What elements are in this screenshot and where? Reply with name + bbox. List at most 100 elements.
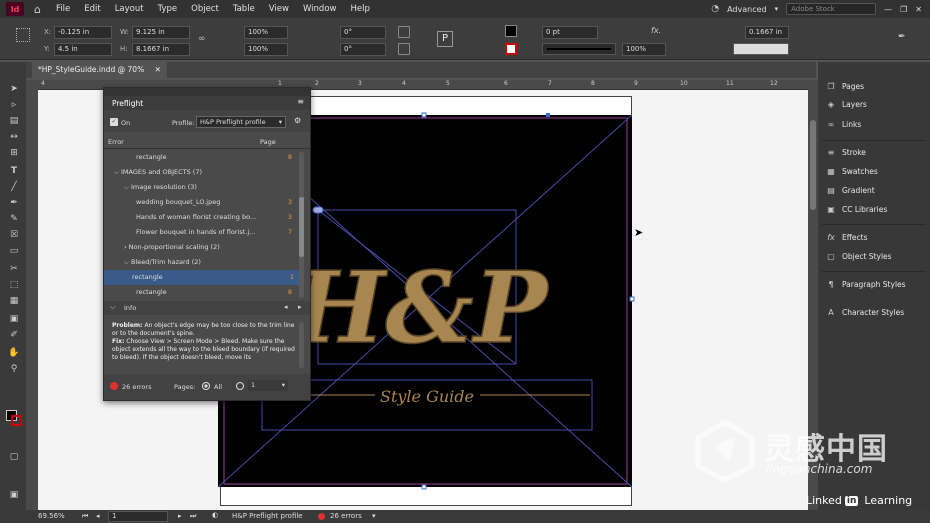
list-item[interactable]: Hands of woman florist creating bo... 3: [108, 210, 298, 225]
panel-gradient[interactable]: ▤ Gradient: [826, 186, 874, 195]
close-tab-icon[interactable]: ✕: [155, 65, 161, 74]
list-item[interactable]: wedding bouquet_LO.jpeg 3: [108, 195, 298, 210]
page-tool-icon[interactable]: ▤: [8, 116, 20, 127]
prev-page-icon[interactable]: ◂: [96, 512, 100, 520]
menu-object[interactable]: Object: [184, 4, 226, 14]
preflight-profile-status[interactable]: H&P Preflight profile: [232, 512, 303, 520]
list-item[interactable]: ⌵ Bleed/Trim hazard (2): [108, 255, 298, 270]
menu-edit[interactable]: Edit: [77, 4, 107, 14]
minimize-icon[interactable]: —: [884, 5, 892, 14]
chevron-down-icon[interactable]: ▾: [775, 5, 779, 13]
x-field[interactable]: -0.125 in: [54, 26, 112, 39]
stroke-type-dropdown[interactable]: [542, 43, 616, 55]
fill-stroke-swatch[interactable]: [6, 410, 22, 426]
pencil-tool-icon[interactable]: ✎: [8, 214, 20, 225]
list-item[interactable]: rectangle 8: [108, 285, 298, 300]
next-page-icon[interactable]: ▸: [178, 512, 182, 520]
list-item[interactable]: › Non-proportional scaling (2): [108, 240, 298, 255]
list-item[interactable]: ⌵ Image resolution (3): [108, 180, 298, 195]
constrain-link-icon[interactable]: ∞: [198, 34, 206, 44]
menu-table[interactable]: Table: [226, 4, 262, 14]
flip-horizontal-icon[interactable]: [398, 43, 410, 55]
chevron-down-icon[interactable]: ⌵: [124, 183, 131, 191]
chevron-down-icon[interactable]: ⌵: [110, 303, 115, 312]
pages-all-radio[interactable]: [202, 382, 210, 390]
free-transform-tool-icon[interactable]: ⬚: [8, 280, 20, 291]
direct-selection-tool-icon[interactable]: ▹: [8, 100, 20, 111]
chevron-down-icon[interactable]: ⌵: [124, 258, 131, 266]
next-icon[interactable]: ▸: [298, 303, 302, 311]
rotate-cw-icon[interactable]: [398, 26, 410, 38]
list-scrollbar[interactable]: [299, 152, 304, 298]
panel-pages[interactable]: ❐ Pages: [826, 82, 864, 91]
menu-type[interactable]: Type: [151, 4, 185, 14]
rectangle-frame-tool-icon[interactable]: ☒: [8, 230, 20, 241]
scale-x-field[interactable]: 100%: [244, 26, 288, 39]
type-tool-icon[interactable]: T: [8, 166, 20, 177]
panel-object-styles[interactable]: ▢ Object Styles: [826, 252, 891, 261]
page-range-field[interactable]: 1 ▾: [248, 380, 288, 391]
panel-cc-libraries[interactable]: ▣ CC Libraries: [826, 205, 887, 214]
reference-point-icon[interactable]: [16, 28, 30, 42]
profile-dropdown[interactable]: H&P Preflight profile ▾: [196, 116, 286, 128]
info-scrollbar[interactable]: [299, 322, 304, 368]
panel-menu-icon[interactable]: ≡: [297, 97, 304, 106]
panel-links[interactable]: ∞ Links: [826, 120, 862, 129]
hand-tool-icon[interactable]: ✋: [8, 348, 20, 359]
stock-search-input[interactable]: Adobe Stock: [786, 3, 877, 15]
rectangle-tool-icon[interactable]: ▭: [8, 246, 20, 257]
list-item[interactable]: Flower bouquet in hands of florist.j... 7: [108, 225, 298, 240]
screen-mode-icon[interactable]: ▢: [8, 452, 20, 463]
first-page-icon[interactable]: ⏮: [82, 512, 88, 521]
list-item[interactable]: ⌵ IMAGES and OBJECTS (7): [108, 165, 298, 180]
panel-paragraph-styles[interactable]: ¶ Paragraph Styles: [826, 280, 905, 289]
list-item[interactable]: rectangle 8: [108, 150, 298, 165]
preflight-status-icon[interactable]: ◐: [212, 511, 218, 519]
scissors-tool-icon[interactable]: ✂: [8, 264, 20, 275]
content-collector-icon[interactable]: ⊞: [8, 148, 20, 159]
pages-range-radio[interactable]: [236, 382, 244, 390]
pen-tool-icon[interactable]: ✒: [8, 198, 20, 209]
eyedropper-tool-icon[interactable]: ✐: [8, 330, 20, 341]
menu-help[interactable]: Help: [343, 4, 376, 14]
w-field[interactable]: 9.125 in: [132, 26, 190, 39]
chevron-down-icon[interactable]: ▾: [372, 512, 376, 520]
shear-field[interactable]: 0°: [340, 43, 386, 56]
note-tool-icon[interactable]: ▣: [8, 314, 20, 325]
workspace-switcher[interactable]: Advanced: [727, 5, 767, 14]
on-checkbox[interactable]: ✓: [110, 118, 118, 126]
define-profiles-icon[interactable]: ⚙: [294, 116, 301, 125]
stroke-weight-field[interactable]: 0 pt: [542, 26, 598, 39]
rotate-field[interactable]: 0°: [340, 26, 386, 39]
panel-character-styles[interactable]: A Character Styles: [826, 308, 904, 317]
menu-layout[interactable]: Layout: [108, 4, 151, 14]
document-tab[interactable]: *HP_StyleGuide.indd @ 70% ✕: [32, 62, 167, 78]
lightbulb-icon[interactable]: ◔: [711, 4, 719, 14]
selection-tool-icon[interactable]: ➤: [8, 84, 20, 95]
gradient-tool-icon[interactable]: ▦: [8, 296, 20, 307]
gap-tool-icon[interactable]: ↔: [8, 132, 20, 143]
opacity-field[interactable]: 100%: [622, 43, 666, 56]
fx-icon[interactable]: fx.: [651, 26, 661, 35]
restore-icon[interactable]: ❐: [900, 5, 907, 14]
panel-stroke[interactable]: ≡ Stroke: [826, 148, 866, 157]
panel-swatches[interactable]: ▦ Swatches: [826, 167, 878, 176]
pen-icon[interactable]: ✒: [898, 32, 906, 42]
stroke-swatch[interactable]: [505, 43, 517, 55]
vertical-ruler[interactable]: [26, 80, 38, 510]
panel-effects[interactable]: fx Effects: [826, 233, 867, 242]
chevron-down-icon[interactable]: ⌵: [114, 168, 121, 176]
menu-file[interactable]: File: [49, 4, 77, 14]
scale-y-field[interactable]: 100%: [244, 43, 288, 56]
fill-swatch[interactable]: [505, 25, 517, 37]
previous-icon[interactable]: ◂: [284, 303, 288, 311]
menu-window[interactable]: Window: [296, 4, 344, 14]
paragraph-icon[interactable]: P: [437, 31, 453, 47]
corner-size-field[interactable]: 0.1667 in: [745, 26, 789, 39]
zoom-level[interactable]: 69.56%: [38, 512, 65, 520]
page-number-field[interactable]: 1: [108, 511, 168, 522]
close-icon[interactable]: ✕: [915, 5, 922, 14]
h-field[interactable]: 8.1667 in: [132, 43, 190, 56]
menu-view[interactable]: View: [262, 4, 296, 14]
line-tool-icon[interactable]: ╱: [8, 182, 20, 193]
